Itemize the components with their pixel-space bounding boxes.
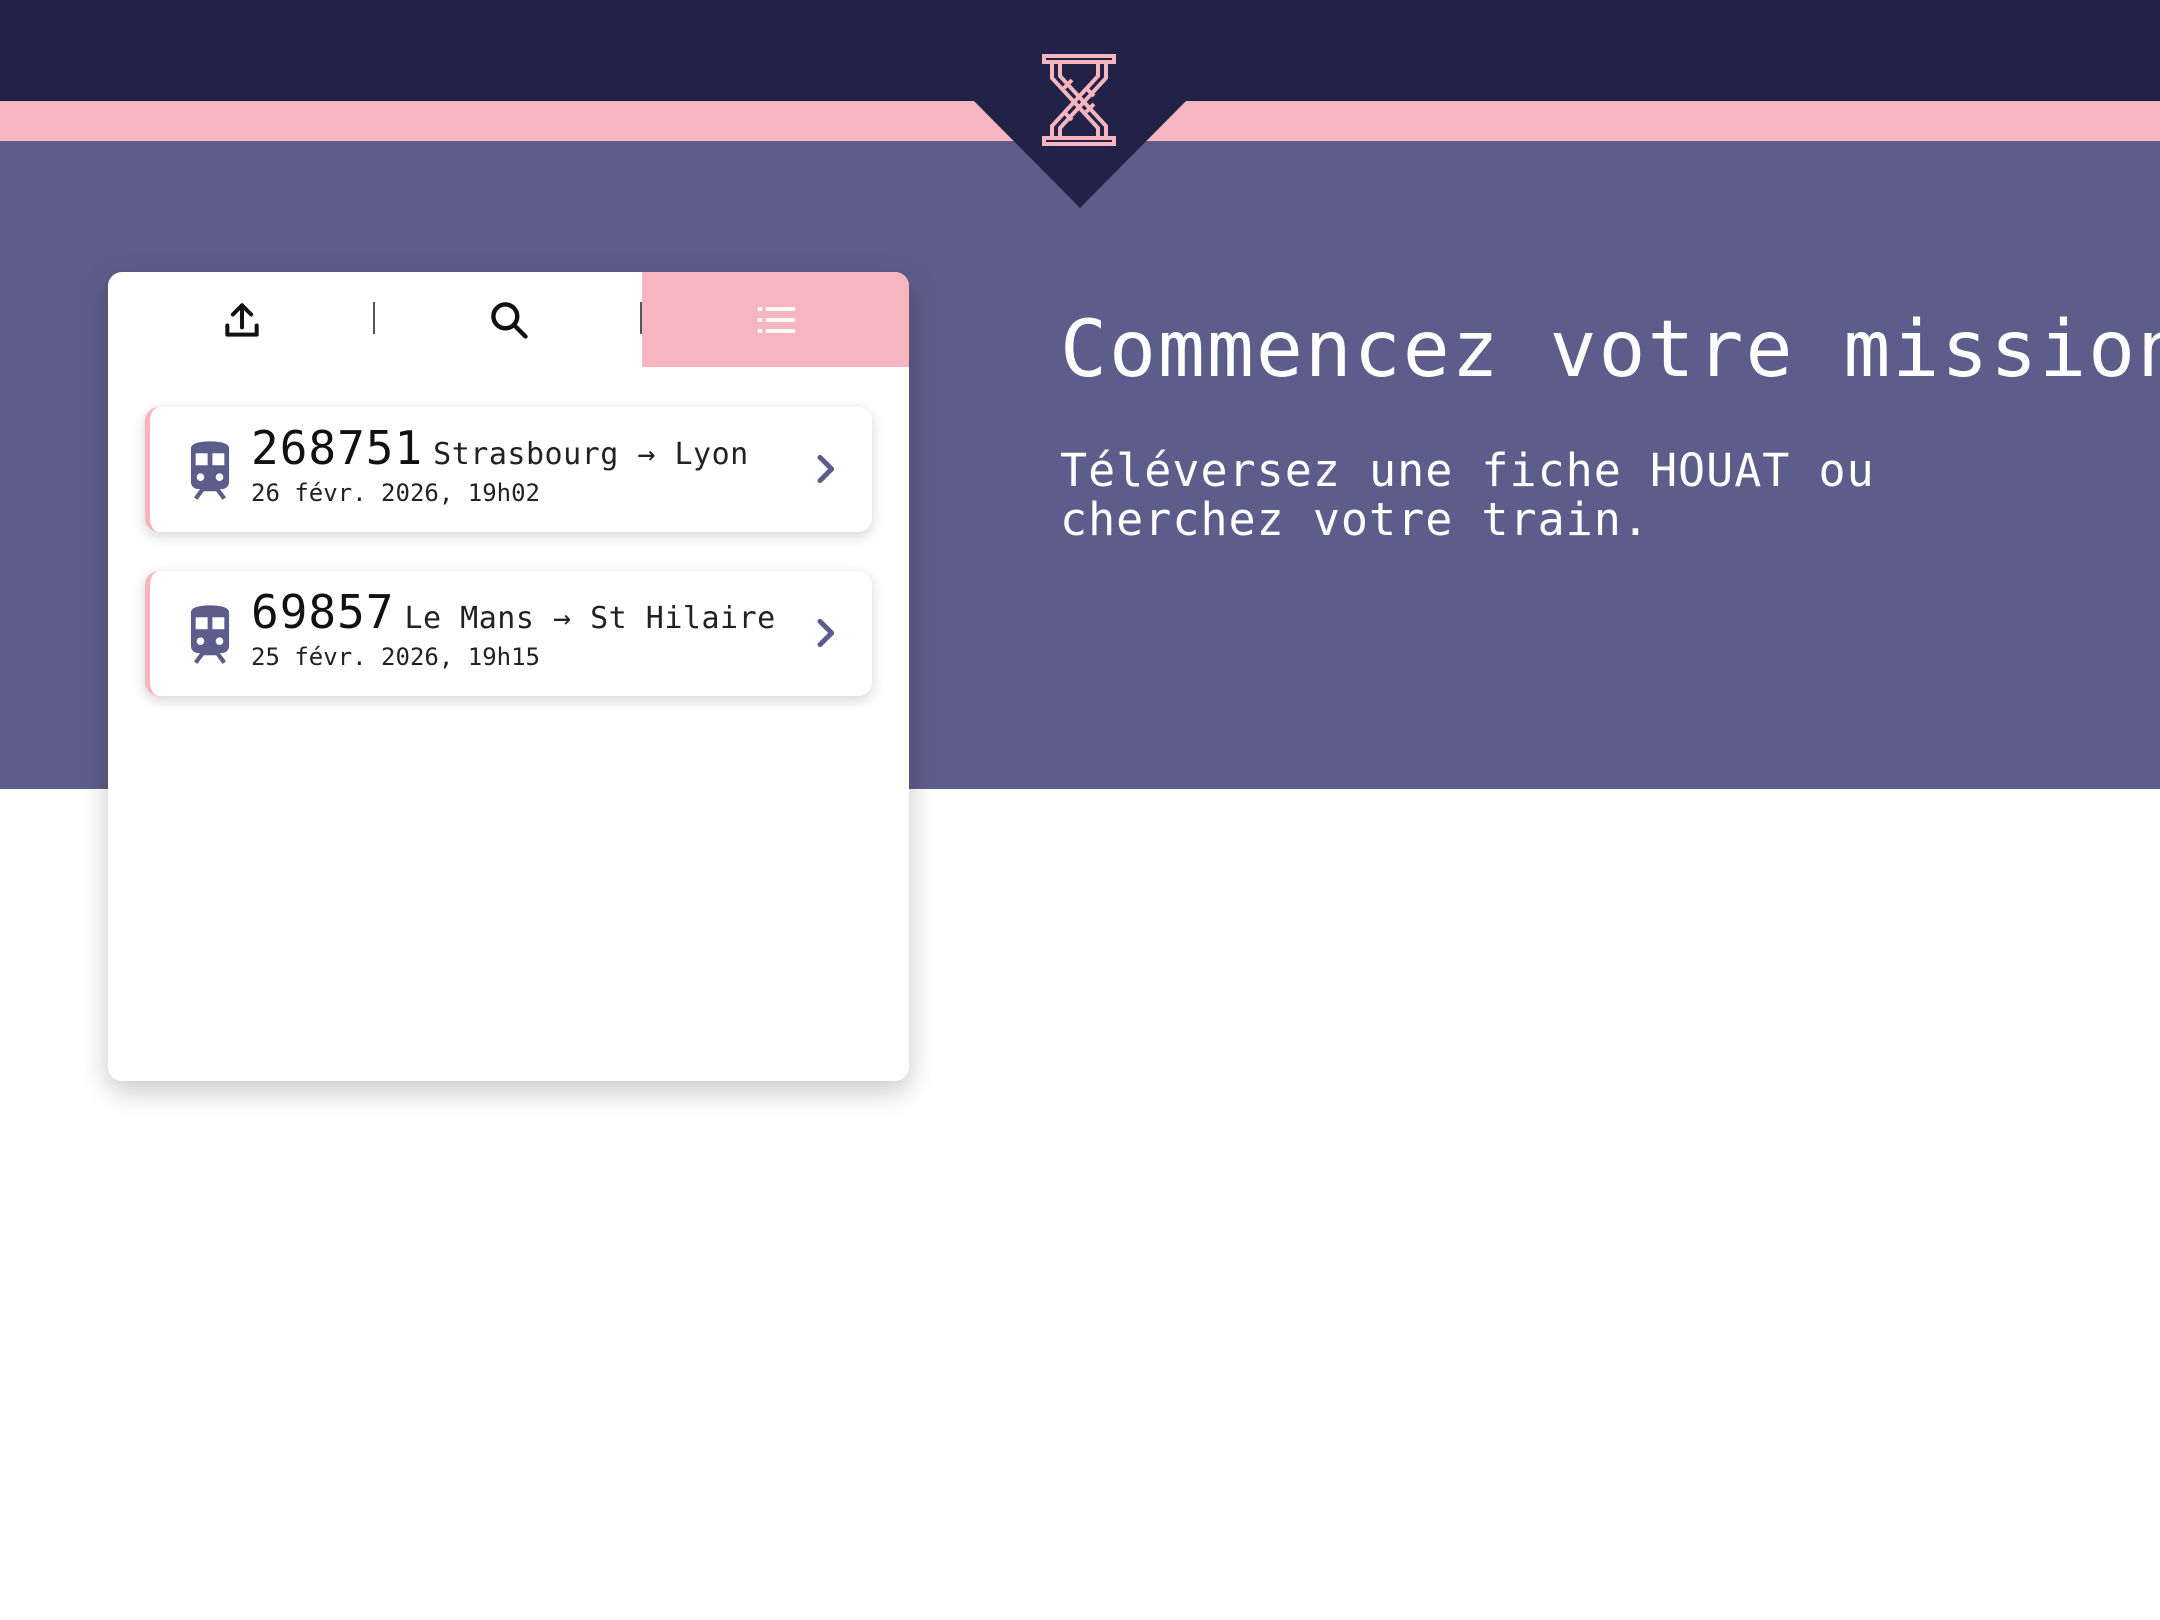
train-card[interactable]: 268751 Strasbourg → Lyon 26 févr. 2026, 1…	[145, 407, 872, 532]
list-icon	[757, 306, 795, 333]
tab-bar	[108, 272, 909, 367]
train-card[interactable]: 69857 Le Mans → St Hilaire 25 févr. 2026,…	[145, 571, 872, 696]
search-icon	[490, 301, 528, 339]
page-subtitle: Téléversez une fiche HOUAT ou cherchez v…	[1060, 444, 1875, 546]
page-title: Commencez votre mission	[1060, 305, 2160, 395]
train-icon	[190, 605, 230, 664]
train-date: 26 févr. 2026, 19h02	[251, 479, 540, 507]
train-number: 268751 Strasbourg → Lyon	[251, 421, 749, 475]
chevron-right-icon[interactable]	[805, 611, 845, 655]
tab-upload[interactable]	[108, 272, 375, 367]
tab-search[interactable]	[375, 272, 642, 367]
train-date: 25 févr. 2026, 19h15	[251, 643, 540, 671]
chevron-right-icon[interactable]	[805, 447, 845, 491]
train-route: Le Mans → St Hilaire	[404, 601, 776, 636]
mission-panel: 268751 Strasbourg → Lyon 26 févr. 2026, 1…	[108, 272, 909, 1081]
tab-list[interactable]	[642, 272, 909, 367]
train-icon	[190, 441, 230, 500]
hourglass-icon	[1042, 54, 1116, 146]
train-number: 69857 Le Mans → St Hilaire	[251, 585, 776, 639]
train-route: Strasbourg → Lyon	[433, 437, 749, 472]
upload-icon	[224, 302, 259, 337]
